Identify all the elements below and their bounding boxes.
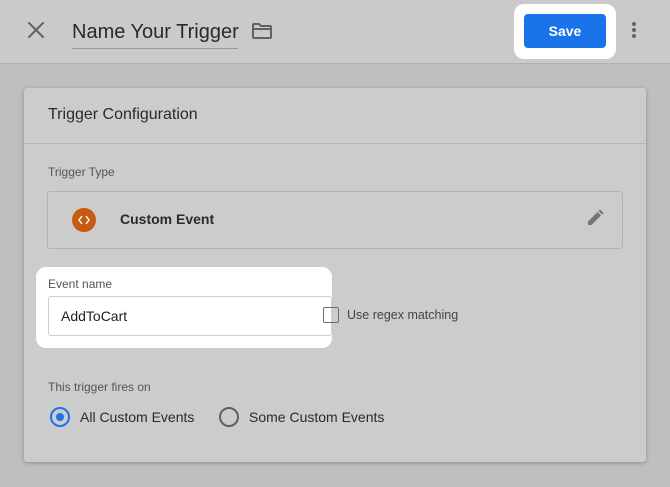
edit-trigger-type-button[interactable] (584, 209, 606, 231)
trigger-type-label: Trigger Type (48, 165, 115, 179)
folder-icon (251, 22, 273, 45)
fires-on-label: This trigger fires on (48, 380, 151, 394)
trigger-type-selector[interactable]: Custom Event (47, 191, 623, 249)
trigger-name-text[interactable]: Name Your Trigger (72, 16, 239, 48)
close-icon (27, 21, 45, 43)
radio-some-custom-events[interactable] (219, 407, 239, 427)
pencil-icon (586, 209, 604, 232)
more-vertical-icon (631, 21, 637, 44)
card-divider (24, 143, 646, 144)
radio-some-custom-events-label[interactable]: Some Custom Events (249, 409, 384, 425)
radio-all-custom-events[interactable] (50, 407, 70, 427)
radio-all-custom-events-label[interactable]: All Custom Events (80, 409, 194, 425)
event-name-label: Event name (48, 277, 113, 291)
top-bar: Name Your Trigger Save (0, 0, 670, 64)
event-name-input[interactable] (48, 296, 332, 336)
trigger-type-name: Custom Event (120, 211, 215, 227)
regex-label[interactable]: Use regex matching (347, 308, 458, 322)
trigger-name-field[interactable]: Name Your Trigger (72, 16, 239, 49)
more-options-button[interactable] (622, 19, 646, 45)
folder-button[interactable] (249, 20, 275, 46)
save-button[interactable]: Save (524, 14, 606, 48)
regex-checkbox[interactable] (323, 307, 339, 323)
close-button[interactable] (22, 18, 50, 46)
card-title: Trigger Configuration (48, 106, 198, 123)
code-brackets-icon (72, 208, 96, 232)
